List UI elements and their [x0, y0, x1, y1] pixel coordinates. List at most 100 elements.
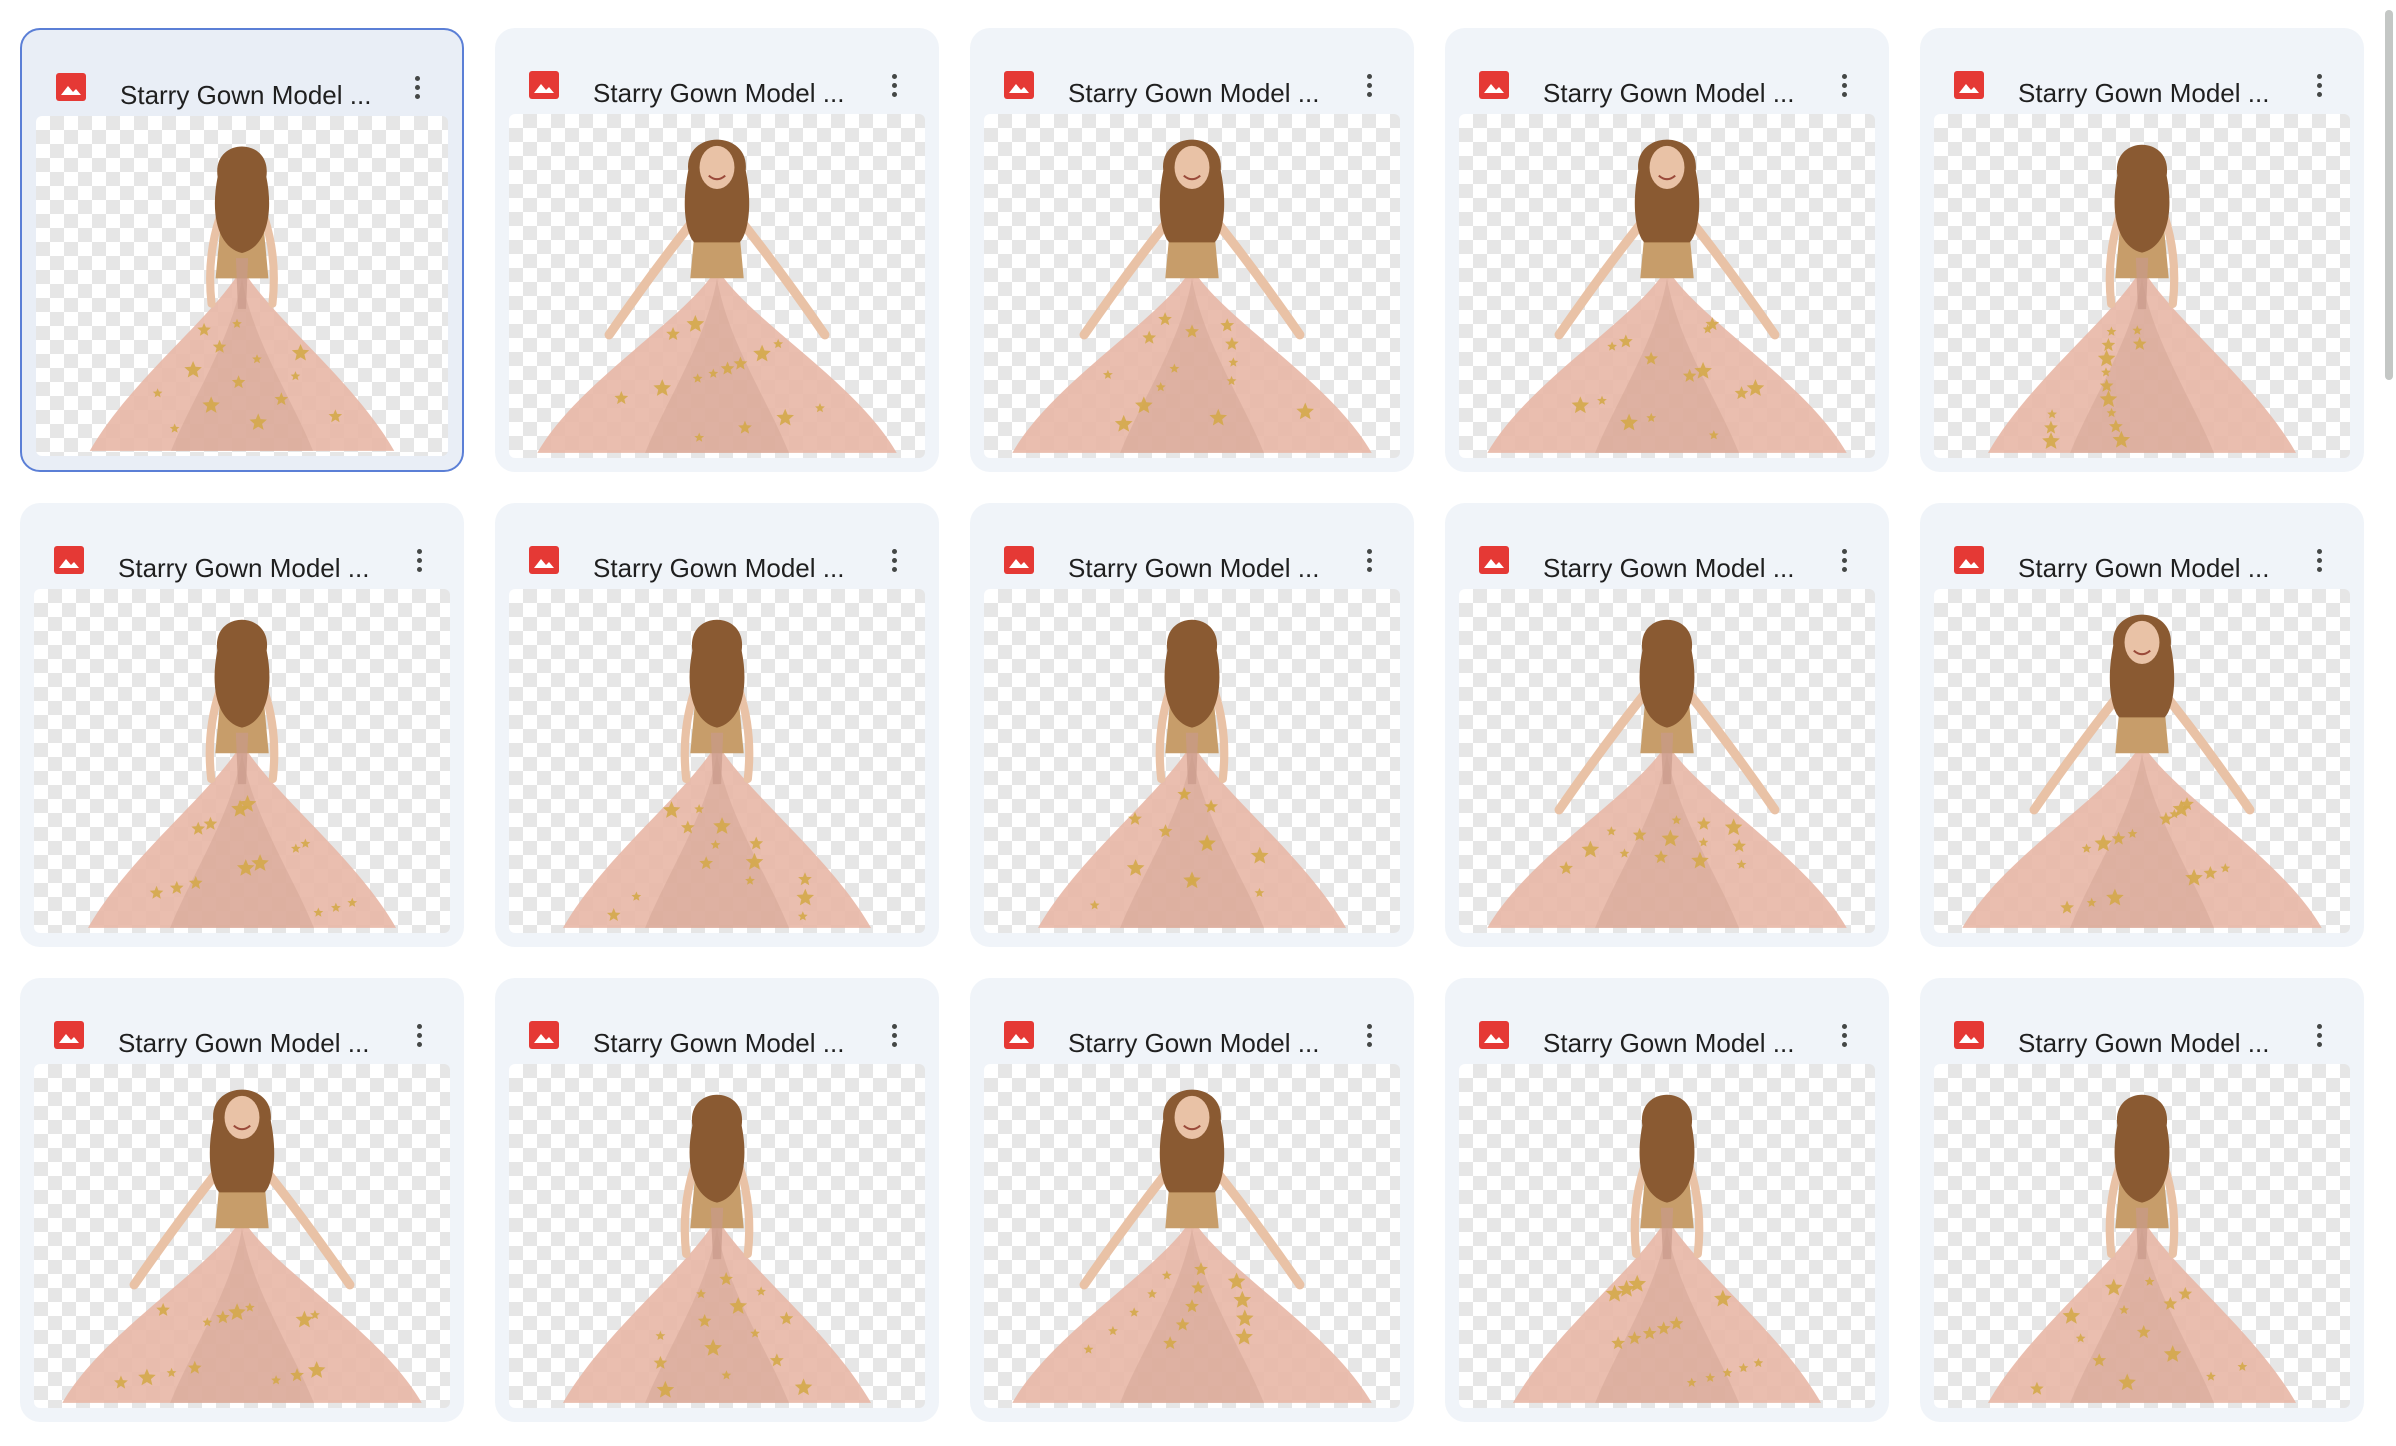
image-thumbnail[interactable] [34, 1064, 450, 1408]
file-card-header: Starry Gown Model ... [495, 978, 939, 1068]
file-name[interactable]: Starry Gown Model ... [1068, 555, 1319, 581]
image-file-icon [1954, 1021, 1984, 1049]
image-file-icon [1004, 546, 1034, 574]
vertical-scrollbar[interactable] [2382, 0, 2396, 1446]
file-name[interactable]: Starry Gown Model ... [2018, 80, 2269, 106]
file-name[interactable]: Starry Gown Model ... [593, 1030, 844, 1056]
image-file-icon [1479, 1021, 1509, 1049]
file-card[interactable]: Starry Gown Model ... [970, 503, 1414, 947]
more-vert-icon [891, 72, 897, 99]
more-options-button[interactable] [1352, 68, 1386, 102]
image-thumbnail[interactable] [984, 114, 1400, 458]
image-file-icon [529, 546, 559, 574]
image-file-icon [54, 1021, 84, 1049]
gown-model-figure [89, 146, 395, 451]
file-card[interactable]: Starry Gown Model ... [20, 503, 464, 947]
gown-model-figure [1487, 619, 1847, 928]
more-options-button[interactable] [1827, 543, 1861, 577]
file-card[interactable]: Starry Gown Model ... [495, 503, 939, 947]
scrollbar-thumb[interactable] [2385, 10, 2393, 380]
file-name[interactable]: Starry Gown Model ... [118, 555, 369, 581]
file-card[interactable]: Starry Gown Model ... [495, 978, 939, 1422]
more-options-button[interactable] [877, 1018, 911, 1052]
image-file-icon [1479, 71, 1509, 99]
file-card[interactable]: Starry Gown Model ... [20, 28, 464, 472]
file-name[interactable]: Starry Gown Model ... [1543, 555, 1794, 581]
more-vert-icon [1841, 1022, 1847, 1049]
file-card-header: Starry Gown Model ... [1920, 28, 2364, 118]
image-thumbnail[interactable] [1934, 589, 2350, 933]
image-thumbnail[interactable] [509, 1064, 925, 1408]
file-grid: Starry Gown Model ... Starry Gown Model .… [0, 0, 2396, 1446]
image-file-icon [54, 546, 84, 574]
image-thumbnail[interactable] [34, 589, 450, 933]
more-options-button[interactable] [2302, 1018, 2336, 1052]
gown-model-figure [1987, 144, 2297, 453]
file-card-header: Starry Gown Model ... [495, 503, 939, 593]
file-card-header: Starry Gown Model ... [20, 978, 464, 1068]
image-thumbnail[interactable] [509, 114, 925, 458]
file-card[interactable]: Starry Gown Model ... [1445, 28, 1889, 472]
image-thumbnail[interactable] [1459, 589, 1875, 933]
file-name[interactable]: Starry Gown Model ... [2018, 555, 2269, 581]
more-options-button[interactable] [2302, 68, 2336, 102]
file-card[interactable]: Starry Gown Model ... [1920, 503, 2364, 947]
more-options-button[interactable] [402, 1018, 436, 1052]
file-name[interactable]: Starry Gown Model ... [593, 555, 844, 581]
file-card[interactable]: Starry Gown Model ... [1445, 978, 1889, 1422]
image-thumbnail[interactable] [509, 589, 925, 933]
more-vert-icon [891, 1022, 897, 1049]
file-card[interactable]: Starry Gown Model ... [1920, 28, 2364, 472]
image-file-icon [1004, 1021, 1034, 1049]
file-card[interactable]: Starry Gown Model ... [970, 978, 1414, 1422]
file-card-header: Starry Gown Model ... [1920, 503, 2364, 593]
gown-model-figure [62, 1089, 422, 1403]
more-vert-icon [1841, 547, 1847, 574]
more-options-button[interactable] [877, 543, 911, 577]
file-card[interactable]: Starry Gown Model ... [495, 28, 939, 472]
image-thumbnail[interactable] [1459, 1064, 1875, 1408]
image-thumbnail[interactable] [984, 589, 1400, 933]
file-card-header: Starry Gown Model ... [1445, 503, 1889, 593]
file-name[interactable]: Starry Gown Model ... [1543, 80, 1794, 106]
gown-model-figure [562, 1094, 872, 1403]
file-card[interactable]: Starry Gown Model ... [20, 978, 464, 1422]
file-card[interactable]: Starry Gown Model ... [1920, 978, 2364, 1422]
more-options-button[interactable] [1352, 543, 1386, 577]
image-thumbnail[interactable] [1459, 114, 1875, 458]
file-name[interactable]: Starry Gown Model ... [593, 80, 844, 106]
more-options-button[interactable] [1827, 1018, 1861, 1052]
more-options-button[interactable] [2302, 543, 2336, 577]
more-vert-icon [891, 547, 897, 574]
file-name[interactable]: Starry Gown Model ... [120, 82, 371, 108]
more-vert-icon [416, 1022, 422, 1049]
file-name[interactable]: Starry Gown Model ... [2018, 1030, 2269, 1056]
image-thumbnail[interactable] [1934, 1064, 2350, 1408]
image-file-icon [1479, 546, 1509, 574]
file-name[interactable]: Starry Gown Model ... [1543, 1030, 1794, 1056]
more-vert-icon [1366, 1022, 1372, 1049]
more-options-button[interactable] [877, 68, 911, 102]
more-options-button[interactable] [402, 543, 436, 577]
more-options-button[interactable] [1827, 68, 1861, 102]
file-name[interactable]: Starry Gown Model ... [1068, 1030, 1319, 1056]
file-card-header: Starry Gown Model ... [1920, 978, 2364, 1068]
more-vert-icon [1366, 547, 1372, 574]
file-name[interactable]: Starry Gown Model ... [118, 1030, 369, 1056]
image-file-icon [1954, 546, 1984, 574]
file-card-header: Starry Gown Model ... [970, 28, 1414, 118]
more-options-button[interactable] [1352, 1018, 1386, 1052]
file-card[interactable]: Starry Gown Model ... [970, 28, 1414, 472]
gown-model-figure [1012, 1089, 1372, 1403]
image-thumbnail[interactable] [1934, 114, 2350, 458]
file-name[interactable]: Starry Gown Model ... [1068, 80, 1319, 106]
more-options-button[interactable] [400, 70, 434, 104]
more-vert-icon [416, 547, 422, 574]
image-thumbnail[interactable] [36, 116, 448, 456]
more-vert-icon [2316, 547, 2322, 574]
image-thumbnail[interactable] [984, 1064, 1400, 1408]
more-vert-icon [414, 74, 420, 101]
more-vert-icon [2316, 72, 2322, 99]
file-card-header: Starry Gown Model ... [1445, 28, 1889, 118]
file-card[interactable]: Starry Gown Model ... [1445, 503, 1889, 947]
